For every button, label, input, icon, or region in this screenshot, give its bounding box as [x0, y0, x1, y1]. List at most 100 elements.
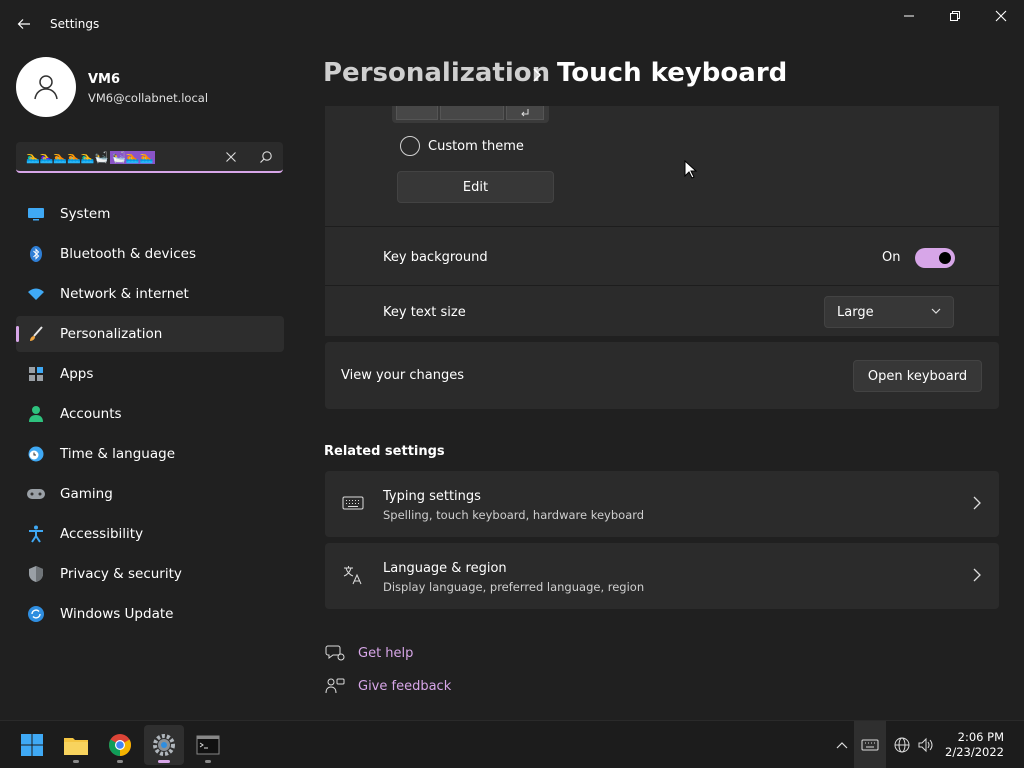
accessibility-icon: [26, 524, 46, 544]
bluetooth-icon: [26, 244, 46, 264]
mouse-cursor-icon: [684, 160, 698, 179]
theme-panel: [325, 106, 999, 226]
clock-globe-icon: [26, 444, 46, 464]
key-text-size-select[interactable]: Large: [824, 296, 954, 328]
key-background-label: Key background: [383, 250, 488, 265]
restore-icon: [950, 11, 960, 21]
search-icon: [260, 151, 272, 163]
avatar[interactable]: [16, 57, 76, 117]
breadcrumb-parent[interactable]: Personalization: [323, 58, 550, 88]
user-name: VM6: [88, 72, 121, 87]
settings-gear-icon: [153, 734, 175, 756]
view-changes-label: View your changes: [341, 368, 464, 383]
key-text-size-label: Key text size: [383, 305, 466, 320]
clock[interactable]: 2:06 PM 2/23/2022: [945, 730, 1004, 760]
monitor-icon: [26, 204, 46, 224]
typing-settings-title: Typing settings: [383, 489, 481, 504]
sidebar-item-personalization[interactable]: Personalization: [16, 316, 284, 352]
person-icon: [34, 75, 58, 100]
language-region-subtitle: Display language, preferred language, re…: [383, 580, 645, 594]
language-region-card[interactable]: Language & region Display language, pref…: [325, 543, 999, 609]
shield-icon: [26, 564, 46, 584]
key-text-size-row: Key text size Large: [325, 286, 999, 336]
search-input[interactable]: 🏊‍♂️🏊‍♀️🏊🏊🏊‍♂️🛀 🛀🏊🏊: [26, 148, 216, 166]
user-email: VM6@collabnet.local: [88, 91, 209, 105]
get-help-link[interactable]: Get help: [324, 643, 413, 663]
taskbar-chrome[interactable]: [100, 725, 140, 765]
custom-theme-label: Custom theme: [428, 139, 524, 154]
breadcrumb-chevron-icon: [527, 64, 547, 86]
windows-logo-icon: [21, 734, 43, 756]
view-changes-row: View your changes Open keyboard: [325, 342, 999, 409]
taskbar: 2:06 PM 2/23/2022: [0, 720, 1024, 768]
start-button[interactable]: [12, 725, 52, 765]
key-text-size-value: Large: [837, 304, 874, 320]
update-icon: [26, 604, 46, 624]
related-settings-heading: Related settings: [324, 444, 445, 459]
globe-icon: [894, 737, 910, 753]
give-feedback-link[interactable]: Give feedback: [324, 676, 451, 696]
typing-settings-card[interactable]: Typing settings Spelling, touch keyboard…: [325, 471, 999, 537]
search-selection: 🛀🏊🏊: [110, 150, 156, 164]
search-button[interactable]: [254, 145, 278, 169]
enter-key-icon: [521, 108, 529, 116]
key-background-row: Key background On: [325, 227, 999, 285]
sidebar-item-privacy[interactable]: Privacy & security: [16, 556, 284, 592]
volume-tray-icon[interactable]: [915, 721, 937, 768]
search-box[interactable]: 🏊‍♂️🏊‍♀️🏊🏊🏊‍♂️🛀 🛀🏊🏊: [16, 142, 283, 173]
language-icon: [341, 563, 365, 587]
sidebar-item-time-language[interactable]: Time & language: [16, 436, 284, 472]
close-button[interactable]: [978, 0, 1024, 32]
keyboard-icon: [341, 491, 365, 515]
taskbar-terminal[interactable]: [188, 725, 228, 765]
speaker-icon: [918, 737, 933, 753]
feedback-icon: [324, 676, 346, 696]
sidebar-item-bluetooth[interactable]: Bluetooth & devices: [16, 236, 284, 272]
back-arrow-icon: [17, 19, 30, 29]
sidebar-item-accounts[interactable]: Accounts: [16, 396, 284, 432]
apps-icon: [26, 364, 46, 384]
restore-button[interactable]: [932, 0, 978, 32]
wifi-icon: [26, 284, 46, 304]
touch-keyboard-tray-button[interactable]: [854, 721, 886, 768]
chevron-up-icon: [836, 742, 848, 749]
show-hidden-icons-button[interactable]: [832, 721, 852, 768]
search-text: 🏊‍♂️🏊‍♀️🏊🏊🏊‍♂️🛀: [26, 150, 109, 164]
taskbar-settings[interactable]: [144, 725, 184, 765]
help-chat-icon: [324, 643, 346, 663]
chevron-right-icon: [973, 568, 981, 582]
typing-settings-subtitle: Spelling, touch keyboard, hardware keybo…: [383, 508, 645, 522]
edit-theme-button[interactable]: Edit: [397, 171, 554, 203]
terminal-icon: [196, 735, 220, 755]
chevron-down-icon: [931, 308, 941, 314]
key-background-toggle[interactable]: [915, 248, 955, 268]
minimize-icon: [904, 15, 914, 17]
sidebar-item-windows-update[interactable]: Windows Update: [16, 596, 284, 632]
page-title: Touch keyboard: [557, 58, 788, 88]
language-region-title: Language & region: [383, 561, 507, 576]
back-button[interactable]: [8, 8, 40, 40]
sidebar-item-accessibility[interactable]: Accessibility: [16, 516, 284, 552]
key-background-state: On: [882, 250, 901, 265]
open-keyboard-button[interactable]: Open keyboard: [853, 360, 982, 392]
minimize-button[interactable]: [886, 0, 932, 32]
sidebar-item-system[interactable]: System: [16, 196, 284, 232]
person-icon: [26, 404, 46, 424]
chrome-icon: [109, 734, 131, 756]
brush-icon: [26, 324, 46, 344]
keyboard-icon: [861, 739, 879, 751]
folder-icon: [64, 738, 88, 755]
app-title: Settings: [50, 17, 100, 31]
network-tray-icon[interactable]: [891, 721, 913, 768]
sidebar-item-network[interactable]: Network & internet: [16, 276, 284, 312]
clock-time: 2:06 PM: [957, 730, 1004, 744]
sidebar-item-apps[interactable]: Apps: [16, 356, 284, 392]
sidebar-nav: System Bluetooth & devices Network & int…: [16, 196, 284, 636]
taskbar-file-explorer[interactable]: [56, 725, 96, 765]
gamepad-icon: [26, 484, 46, 504]
custom-theme-radio[interactable]: [400, 136, 420, 156]
clear-search-button[interactable]: [219, 145, 243, 169]
sidebar-item-gaming[interactable]: Gaming: [16, 476, 284, 512]
close-icon: [226, 152, 236, 162]
close-icon: [995, 10, 1007, 22]
